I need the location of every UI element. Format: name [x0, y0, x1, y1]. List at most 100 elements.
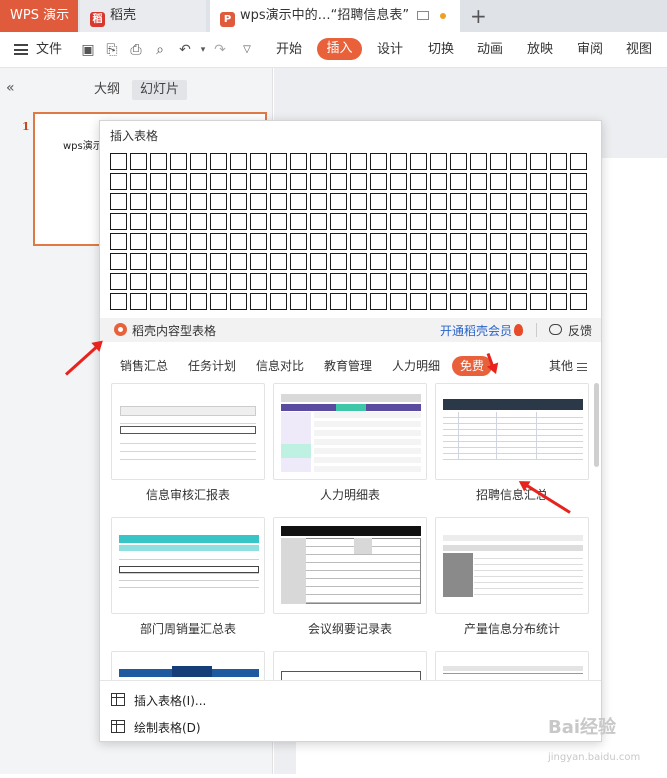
table-grid-cell[interactable] — [350, 293, 367, 310]
tab-outline[interactable]: 大纲 — [92, 80, 122, 100]
table-grid-cell[interactable] — [190, 293, 207, 310]
menu-start[interactable]: 开始 — [276, 32, 302, 68]
table-grid-cell[interactable] — [410, 213, 427, 230]
table-grid-cell[interactable] — [550, 293, 567, 310]
table-grid-cell[interactable] — [310, 153, 327, 170]
table-grid-cell[interactable] — [250, 153, 267, 170]
table-grid-cell[interactable] — [510, 253, 527, 270]
table-grid-cell[interactable] — [550, 273, 567, 290]
table-grid-cell[interactable] — [390, 233, 407, 250]
table-grid-cell[interactable] — [390, 173, 407, 190]
table-grid-cell[interactable] — [450, 233, 467, 250]
quick-access-dropdown-icon[interactable]: ▽ — [239, 42, 255, 58]
table-grid-cell[interactable] — [570, 173, 587, 190]
table-grid-cell[interactable] — [270, 233, 287, 250]
table-grid-cell[interactable] — [470, 273, 487, 290]
table-grid-cell[interactable] — [350, 253, 367, 270]
table-grid-cell[interactable] — [130, 153, 147, 170]
table-grid-cell[interactable] — [410, 233, 427, 250]
table-grid-cell[interactable] — [350, 173, 367, 190]
table-grid-cell[interactable] — [550, 233, 567, 250]
table-grid-cell[interactable] — [470, 253, 487, 270]
table-grid-cell[interactable] — [510, 273, 527, 290]
table-grid-cell[interactable] — [170, 233, 187, 250]
table-grid-cell[interactable] — [170, 273, 187, 290]
table-grid-cell[interactable] — [250, 273, 267, 290]
table-grid-cell[interactable] — [330, 253, 347, 270]
table-grid-cell[interactable] — [110, 273, 127, 290]
table-grid-cell[interactable] — [430, 153, 447, 170]
table-grid-cell[interactable] — [530, 193, 547, 210]
table-grid-cell[interactable] — [310, 213, 327, 230]
table-grid-cell[interactable] — [530, 213, 547, 230]
table-grid-cell[interactable] — [430, 213, 447, 230]
menu-slideshow[interactable]: 放映 — [527, 32, 553, 68]
table-grid-cell[interactable] — [170, 173, 187, 190]
table-grid-cell[interactable] — [230, 173, 247, 190]
table-grid-cell[interactable] — [550, 173, 567, 190]
table-grid-cell[interactable] — [350, 273, 367, 290]
table-grid-cell[interactable] — [330, 193, 347, 210]
table-grid-cell[interactable] — [490, 273, 507, 290]
table-grid-cell[interactable] — [450, 293, 467, 310]
table-grid-cell[interactable] — [570, 153, 587, 170]
table-grid-cell[interactable] — [390, 153, 407, 170]
table-grid-cell[interactable] — [530, 273, 547, 290]
table-grid-cell[interactable] — [570, 233, 587, 250]
table-grid-cell[interactable] — [230, 213, 247, 230]
table-grid-cell[interactable] — [110, 293, 127, 310]
table-grid-cell[interactable] — [230, 153, 247, 170]
category-hr-details[interactable]: 人力明细 — [392, 356, 440, 376]
table-grid-cell[interactable] — [390, 273, 407, 290]
table-grid-cell[interactable] — [530, 173, 547, 190]
table-grid-cell[interactable] — [250, 193, 267, 210]
undo-icon[interactable]: ↶ — [177, 42, 193, 58]
table-grid-cell[interactable] — [370, 293, 387, 310]
table-grid-cell[interactable] — [510, 173, 527, 190]
table-grid-cell[interactable] — [270, 293, 287, 310]
redo-icon[interactable]: ↷ — [212, 42, 228, 58]
tab-slides[interactable]: 幻灯片 — [132, 80, 187, 100]
table-grid-cell[interactable] — [150, 213, 167, 230]
table-grid-cell[interactable] — [290, 153, 307, 170]
table-grid-cell[interactable] — [490, 213, 507, 230]
table-grid-cell[interactable] — [330, 273, 347, 290]
table-grid-cell[interactable] — [450, 213, 467, 230]
table-grid-cell[interactable] — [370, 193, 387, 210]
table-grid-cell[interactable] — [290, 173, 307, 190]
monitor-icon[interactable] — [417, 11, 429, 20]
table-grid-cell[interactable] — [510, 293, 527, 310]
menu-insert[interactable]: 插入 — [317, 38, 362, 60]
feedback-icon[interactable] — [549, 324, 562, 335]
table-grid-cell[interactable] — [450, 153, 467, 170]
category-education[interactable]: 教育管理 — [324, 356, 372, 376]
table-grid-cell[interactable] — [210, 153, 227, 170]
table-grid-cell[interactable] — [410, 153, 427, 170]
table-grid-cell[interactable] — [490, 293, 507, 310]
table-grid-cell[interactable] — [370, 153, 387, 170]
table-grid-cell[interactable] — [150, 273, 167, 290]
table-grid-cell[interactable] — [370, 233, 387, 250]
table-grid-cell[interactable] — [290, 193, 307, 210]
table-grid-cell[interactable] — [230, 253, 247, 270]
table-grid-cell[interactable] — [270, 173, 287, 190]
table-grid-cell[interactable] — [370, 253, 387, 270]
table-grid-cell[interactable] — [130, 253, 147, 270]
table-grid-cell[interactable] — [470, 173, 487, 190]
table-grid-cell[interactable] — [430, 273, 447, 290]
template-card-dept-sales[interactable] — [111, 517, 265, 614]
template-card-recruit-summary[interactable] — [435, 383, 589, 480]
table-grid-cell[interactable] — [450, 173, 467, 190]
table-grid-cell[interactable] — [510, 233, 527, 250]
table-grid-cell[interactable] — [350, 233, 367, 250]
table-grid-cell[interactable] — [330, 173, 347, 190]
table-grid-cell[interactable] — [510, 153, 527, 170]
table-grid-cell[interactable] — [210, 193, 227, 210]
table-grid-cell[interactable] — [470, 293, 487, 310]
table-grid-cell[interactable] — [470, 213, 487, 230]
table-grid-cell[interactable] — [210, 233, 227, 250]
table-grid-cell[interactable] — [490, 233, 507, 250]
table-grid-cell[interactable] — [330, 213, 347, 230]
category-task-plan[interactable]: 任务计划 — [188, 356, 236, 376]
table-grid-cell[interactable] — [250, 293, 267, 310]
